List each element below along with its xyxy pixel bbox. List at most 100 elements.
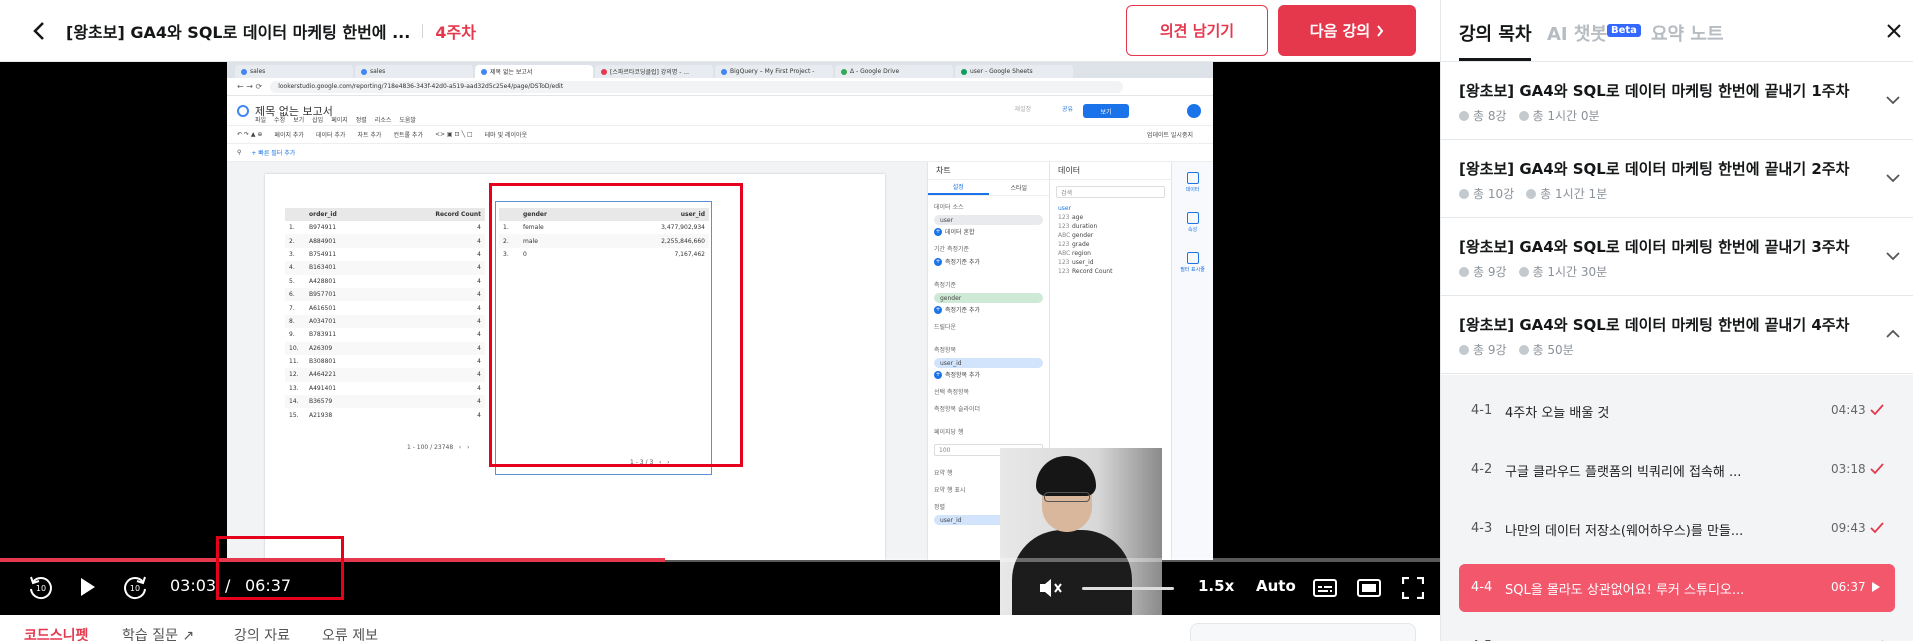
browser-tab: sales — [355, 65, 473, 78]
lesson-item[interactable]: 4-3 나만의 데이터 저장소(웨어하우스)를 만들... 09:43 — [1459, 505, 1895, 553]
tab-materials[interactable]: 강의 자료 — [234, 625, 290, 641]
browser-tabs: sales sales 제목 없는 보고서 [스파르타코딩클럽] 강의명 - .… — [227, 62, 1213, 78]
check-icon — [1869, 519, 1885, 537]
lesson-item[interactable]: 4-1 4주차 오늘 배울 것 04:43 — [1459, 387, 1895, 435]
table-row: 7. A616501 4 — [289, 304, 481, 312]
table-row: 9. B783911 4 — [289, 331, 481, 339]
data-search: 검색 — [1056, 186, 1165, 198]
quality-setting[interactable]: Auto — [1256, 577, 1296, 595]
community-card[interactable] — [1190, 623, 1416, 641]
chapter-item[interactable]: [왕초보] GA4와 SQL로 데이터 마케팅 한번에 끝내기 1주차 총 8강 총… — [1441, 62, 1913, 140]
data-field: 123 Record Count — [1058, 268, 1113, 275]
browser-tab: sales — [235, 65, 353, 78]
fullscreen-icon[interactable] — [1400, 575, 1426, 601]
volume-icon[interactable] — [1036, 574, 1064, 602]
tab-curriculum[interactable]: 강의 목차 — [1459, 20, 1532, 46]
play-circle-icon — [1459, 110, 1469, 121]
lesson-number: 4-3 — [1471, 521, 1493, 536]
chapter-item[interactable]: [왕초보] GA4와 SQL로 데이터 마케팅 한번에 끝내기 3주차 총 9강 총… — [1441, 218, 1913, 296]
browser-tab-active: 제목 없는 보고서 — [475, 65, 593, 78]
course-title: [왕초보] GA4와 SQL로 데이터 마케팅 한번에 ... — [66, 22, 411, 42]
side-rail: 데이터 속성 필터 표시줄 — [1171, 162, 1213, 560]
lesson-item[interactable]: 4-2 구글 클라우드 플랫폼의 빅쿼리에 접속해 ... 03:18 — [1459, 446, 1895, 494]
tab-favicon-icon — [481, 68, 487, 75]
play-icon[interactable] — [74, 573, 102, 601]
lesson-item[interactable]: 4-4 SQL을 몰라도 상관없어요! 루커 스튜디오... 06:37 — [1459, 564, 1895, 612]
lesson-name: 구글 클라우드 플랫폼의 빅쿼리에 접속해 ... — [1505, 465, 1742, 480]
looker-filter-bar: ⚲ + 빠른 필터 추가 — [227, 144, 1213, 162]
sidebar: 강의 목차 AI 챗봇 Beta 요약 노트 [왕초보] GA4와 SQL로 데… — [1440, 0, 1913, 641]
back-icon[interactable] — [24, 16, 54, 46]
check-icon — [1869, 637, 1885, 641]
looker-toolbar: ↶ ↷ ▲ ⊕ 페이지 추가 데이터 추가 차트 추가 컨트롤 추가 <> ▣ … — [227, 126, 1213, 144]
browser-tab: user - Google Sheets — [955, 65, 1073, 78]
looker-menu: 파일 수정 보기 삽입 페이지 정렬 리소스 도움말 — [255, 117, 416, 124]
table-header: Record Count — [376, 208, 485, 221]
tab-favicon-icon — [841, 68, 847, 75]
tab-report-error[interactable]: 오류 제보 — [322, 625, 378, 641]
lesson-duration: 04:43 — [1831, 403, 1866, 417]
filter-icon: ⚲ — [237, 149, 242, 156]
table-order-records: order_id Record Count 1. B974911 4 2. A88490… — [285, 208, 485, 422]
browser-tab: [스파르타코딩클럽] 강의명 - ... — [595, 65, 713, 78]
chapter-meta: 총 9강 총 1시간 30분 — [1459, 263, 1607, 280]
forward-10-icon[interactable]: 10 — [120, 572, 150, 602]
highlight-box-table — [489, 183, 743, 467]
chart-panel-tabs: 설정 스타일 — [928, 180, 1049, 196]
play-circle-icon — [1459, 188, 1469, 199]
video-player[interactable]: sales sales 제목 없는 보고서 [스파르타코딩클럽] 강의명 - .… — [0, 62, 1440, 615]
beta-badge: Beta — [1607, 24, 1641, 37]
report-canvas: order_id Record Count 1. B974911 4 2. A88490… — [227, 162, 927, 560]
current-time: 03:03 — [170, 576, 217, 595]
chevron-up-icon[interactable] — [1885, 326, 1901, 342]
feedback-button[interactable]: 의견 남기기 — [1126, 5, 1268, 56]
lesson-item[interactable]: 4-5빅쿼리를 보다 잘 사용하기 위해 SQL을 알...06:40 — [1459, 623, 1895, 641]
table-pager: 1 - 100 / 23748 ‹ › — [407, 444, 470, 451]
playback-speed[interactable]: 1.5x — [1198, 577, 1234, 595]
lesson-duration: 03:18 — [1831, 462, 1866, 476]
chevron-down-icon[interactable] — [1885, 170, 1901, 186]
pencil-icon — [1186, 211, 1199, 224]
subtitles-icon[interactable] — [1312, 575, 1338, 601]
browser-nav-icon: ← → ⟳ — [237, 82, 263, 91]
svg-text:10: 10 — [36, 584, 46, 593]
tab-questions[interactable]: 학습 질문 ↗ — [122, 625, 194, 641]
table-header: order_id — [305, 208, 377, 221]
theater-mode-icon[interactable] — [1356, 575, 1382, 601]
volume-slider[interactable] — [1082, 587, 1174, 590]
check-icon — [1869, 460, 1885, 478]
tab-code-snippet[interactable]: 코드스니펫 — [24, 625, 88, 641]
lesson-duration: 09:43 — [1831, 521, 1866, 535]
lesson-tabs-strip: 코드스니펫 학습 질문 ↗ 강의 자료 오류 제보 — [0, 615, 1440, 641]
looker-reset: 재설정 — [1014, 106, 1031, 113]
chapter-meta: 총 9강 총 50분 — [1459, 341, 1574, 358]
chapter-item[interactable]: [왕초보] GA4와 SQL로 데이터 마케팅 한번에 끝내기 4주차 총 9강 총… — [1441, 296, 1913, 374]
tab-favicon-icon — [721, 68, 727, 75]
table-row: 8. A034701 4 — [285, 314, 485, 329]
browser-tab: BigQuery – My First Project - — [715, 65, 833, 78]
rewind-10-icon[interactable]: 10 — [26, 572, 56, 602]
lesson-duration: 06:37 — [1831, 580, 1866, 594]
close-icon[interactable] — [1881, 18, 1907, 44]
table-row: 2. A884901 4 — [285, 234, 485, 248]
next-lesson-button[interactable]: 다음 강의 — [1278, 5, 1416, 56]
table-row: 15. A21938 4 — [289, 411, 481, 419]
table-row: 4. B163401 4 — [285, 261, 485, 275]
chapter-item[interactable]: [왕초보] GA4와 SQL로 데이터 마케팅 한번에 끝내기 2주차 총 10강… — [1441, 140, 1913, 218]
app: [왕초보] GA4와 SQL로 데이터 마케팅 한번에 ... 4주차 의견 남… — [0, 0, 1913, 641]
table-row: 12. A464221 4 — [285, 368, 485, 382]
filter-icon — [1186, 251, 1199, 264]
chapter-meta: 총 10강 총 1시간 1분 — [1459, 185, 1607, 202]
chevron-down-icon[interactable] — [1885, 248, 1901, 264]
tab-favicon-icon — [961, 68, 967, 75]
chevron-right-icon — [1377, 24, 1384, 37]
table-row: 14. B36579 4 — [285, 395, 485, 409]
clock-icon — [1518, 344, 1529, 355]
lesson-number: 4-1 — [1471, 403, 1493, 418]
tab-summary-notes[interactable]: 요약 노트 — [1651, 20, 1724, 46]
title-divider — [422, 23, 424, 38]
tab-ai-chatbot[interactable]: AI 챗봇 — [1547, 20, 1607, 46]
data-field: 123 age — [1058, 214, 1084, 221]
lesson-name: 4주차 오늘 배울 것 — [1505, 406, 1610, 421]
chevron-down-icon[interactable] — [1885, 92, 1901, 108]
